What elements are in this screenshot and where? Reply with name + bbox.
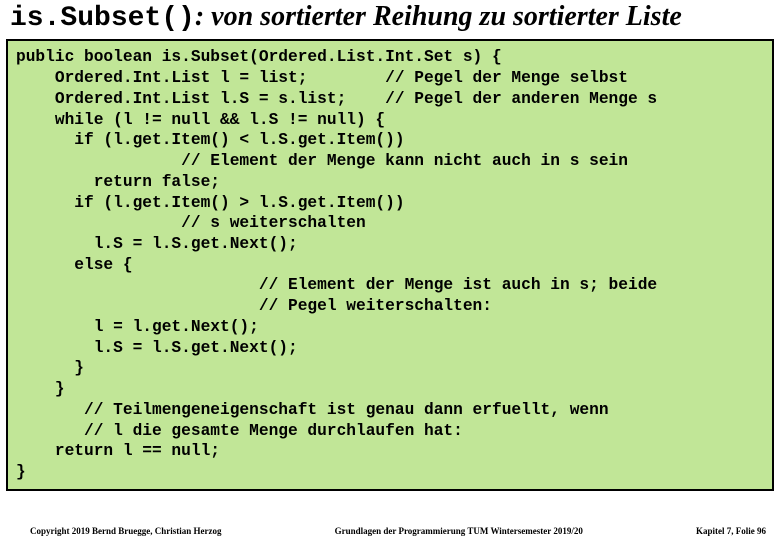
footer-center: Grundlagen der Programmierung TUM Winter… — [222, 526, 697, 536]
code-block: public boolean is.Subset(Ordered.List.In… — [16, 47, 764, 482]
slide: is.Subset(): von sortierter Reihung zu s… — [0, 0, 780, 540]
footer: Copyright 2019 Bernd Bruegge, Christian … — [0, 526, 780, 536]
title-code-part: is.Subset() — [10, 3, 195, 34]
footer-right: Kapitel 7, Folie 96 — [696, 526, 766, 536]
code-box: public boolean is.Subset(Ordered.List.In… — [6, 39, 774, 490]
title-rest: : von sortierter Reihung zu sortierter L… — [195, 1, 682, 32]
footer-left: Copyright 2019 Bernd Bruegge, Christian … — [30, 526, 222, 536]
slide-title: is.Subset(): von sortierter Reihung zu s… — [10, 2, 776, 33]
